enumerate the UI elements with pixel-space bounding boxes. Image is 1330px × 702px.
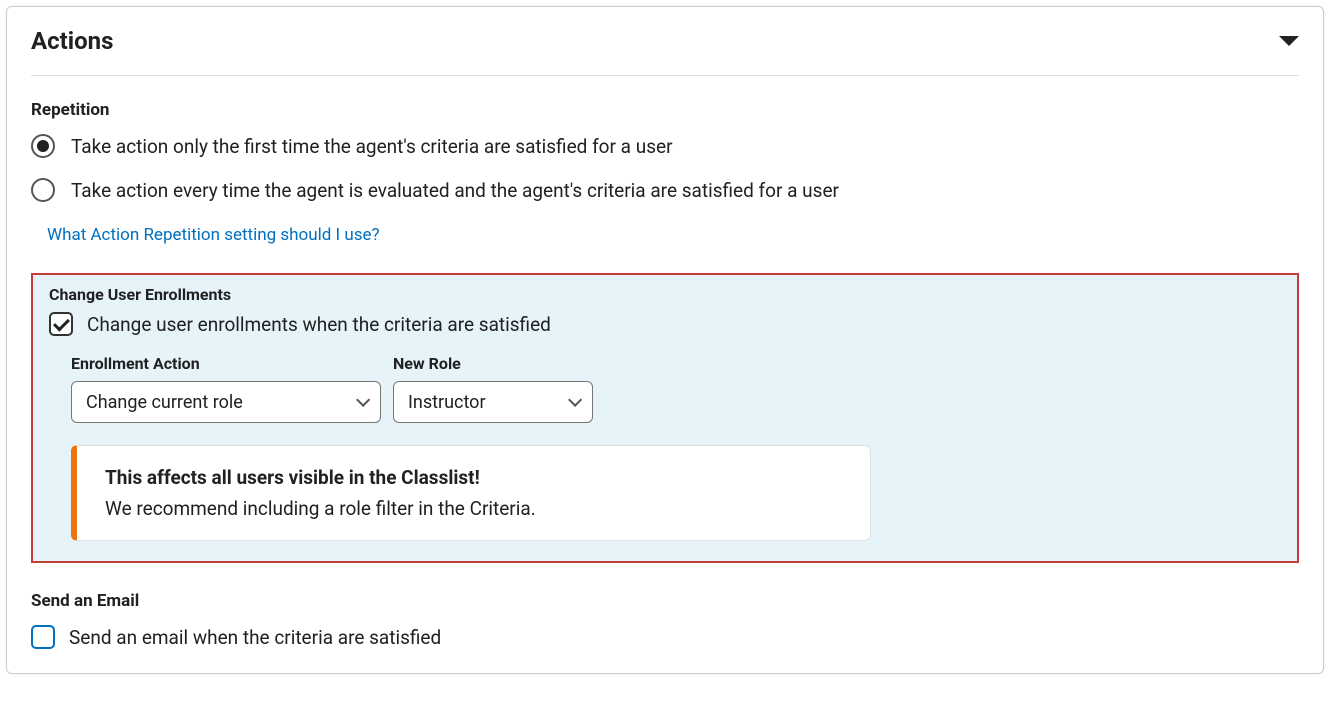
- collapse-chevron-icon[interactable]: [1279, 36, 1299, 46]
- repetition-radio-group: Take action only the first time the agen…: [31, 134, 1299, 245]
- radio-label: Take action only the first time the agen…: [71, 135, 673, 158]
- enrollment-action-select[interactable]: Change current role: [71, 381, 381, 423]
- enrollment-selects: Enrollment Action Change current role Ne…: [71, 354, 1281, 423]
- chevron-down-icon: [568, 393, 582, 407]
- repetition-help-link[interactable]: What Action Repetition setting should I …: [47, 225, 380, 245]
- radio-label: Take action every time the agent is eval…: [71, 179, 839, 202]
- chevron-down-icon: [356, 393, 370, 407]
- new-role-select[interactable]: Instructor: [393, 381, 593, 423]
- new-role-group: New Role Instructor: [393, 354, 593, 423]
- enrollment-action-label: Enrollment Action: [71, 354, 381, 373]
- repetition-option-first-time[interactable]: Take action only the first time the agen…: [31, 134, 1299, 158]
- alert-title: This affects all users visible in the Cl…: [105, 466, 842, 489]
- radio-icon: [31, 134, 55, 158]
- send-email-section: Send an Email Send an email when the cri…: [31, 591, 1299, 649]
- checkbox-icon: [49, 312, 73, 336]
- repetition-option-every-time[interactable]: Take action every time the agent is eval…: [31, 178, 1299, 202]
- checkbox-icon: [31, 625, 55, 649]
- enrollment-action-group: Enrollment Action Change current role: [71, 354, 381, 423]
- email-checkbox-row[interactable]: Send an email when the criteria are sati…: [31, 625, 1299, 649]
- enrollment-warning-alert: This affects all users visible in the Cl…: [71, 445, 871, 541]
- change-enrollments-section: Change User Enrollments Change user enro…: [31, 273, 1299, 563]
- enrollments-section-label: Change User Enrollments: [49, 285, 1281, 304]
- panel-header: Actions: [31, 27, 1299, 76]
- radio-icon: [31, 178, 55, 202]
- repetition-label: Repetition: [31, 100, 1299, 120]
- email-section-label: Send an Email: [31, 591, 1299, 611]
- new-role-label: New Role: [393, 354, 593, 373]
- panel-title: Actions: [31, 27, 113, 55]
- select-value: Change current role: [86, 392, 243, 413]
- checkbox-label: Change user enrollments when the criteri…: [87, 313, 551, 336]
- enrollments-checkbox-row[interactable]: Change user enrollments when the criteri…: [49, 312, 1281, 336]
- select-value: Instructor: [408, 392, 486, 413]
- alert-text: We recommend including a role filter in …: [105, 497, 842, 520]
- actions-panel: Actions Repetition Take action only the …: [6, 6, 1324, 674]
- checkbox-label: Send an email when the criteria are sati…: [69, 626, 441, 649]
